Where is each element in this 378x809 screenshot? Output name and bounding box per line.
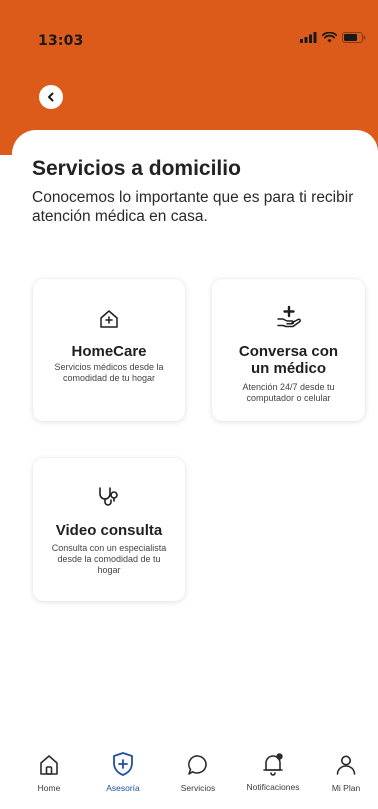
tab-servicios[interactable]: Servicios (176, 745, 220, 793)
person-icon (336, 755, 356, 775)
home-icon (40, 755, 58, 775)
page-title: Servicios a domicilio (32, 157, 241, 180)
status-icons (300, 32, 366, 43)
bell-icon (263, 753, 283, 776)
hand-plus-icon (276, 305, 301, 328)
chat-bubble-icon (188, 755, 207, 775)
signal-icon (300, 32, 317, 43)
chevron-left-icon (48, 92, 54, 102)
tab-label: Mi Plan (331, 783, 361, 793)
tab-notificaciones[interactable]: Notificaciones (240, 745, 306, 792)
tab-label: Home (37, 783, 61, 793)
tab-label: Servicios (180, 783, 216, 793)
tab-mi-plan[interactable]: Mi Plan (326, 745, 366, 793)
stethoscope-icon (99, 487, 118, 506)
battery-icon (342, 32, 366, 43)
shield-plus-icon (113, 752, 133, 776)
status-time: 13:03 (38, 33, 84, 49)
conversa-medico-card[interactable]: Conversa con un médico Atención 24/7 des… (212, 279, 365, 421)
tab-label: Notificaciones (246, 782, 300, 792)
wifi-icon (322, 32, 337, 43)
card-description: Servicios médicos desde la comodidad de … (54, 362, 164, 383)
tab-label: Asesoría (106, 783, 140, 793)
back-button[interactable] (39, 85, 63, 109)
bottom-tab-bar: Home Asesoría Servicios Notificaciones M… (0, 745, 378, 809)
video-consulta-card[interactable]: Video consulta Consulta con un especiali… (33, 458, 185, 601)
tab-asesoria[interactable]: Asesoría (103, 745, 143, 793)
card-title: Video consulta (55, 522, 163, 539)
card-title: Conversa con un médico (238, 343, 339, 377)
card-title: HomeCare (71, 343, 147, 360)
house-plus-icon (100, 310, 118, 328)
card-description: Atención 24/7 desde tu computador o celu… (242, 382, 335, 403)
tab-home[interactable]: Home (34, 745, 64, 793)
page-description: Conocemos lo importante que es para ti r… (32, 189, 354, 225)
homecare-card[interactable]: HomeCare Servicios médicos desde la como… (33, 279, 185, 421)
card-description: Consulta con un especialista desde la co… (51, 543, 167, 575)
